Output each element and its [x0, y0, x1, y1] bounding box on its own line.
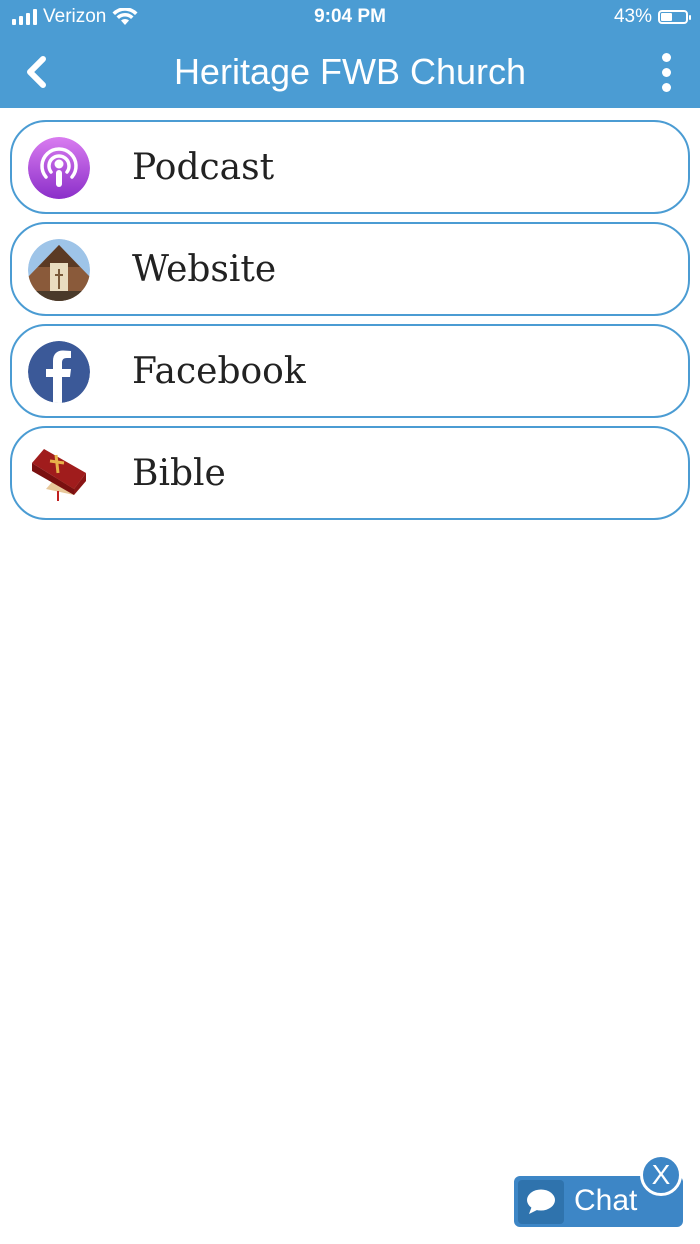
podcast-icon — [28, 137, 90, 199]
status-time: 9:04 PM — [314, 6, 386, 27]
page-title: Heritage FWB Church — [173, 51, 527, 92]
list-item-facebook[interactable]: Facebook — [10, 324, 690, 418]
battery-icon — [658, 10, 691, 24]
list-item-podcast[interactable]: Podcast — [10, 120, 690, 214]
chat-bubble-icon — [518, 1180, 564, 1224]
top-bar: Verizon 9:04 PM 43% Heritage FWB Church — [0, 0, 700, 108]
battery-percent: 43% — [613, 6, 652, 27]
chat-close-button[interactable]: X — [640, 1154, 682, 1196]
chat-label: Chat — [574, 1184, 638, 1217]
more-vertical-icon — [661, 52, 671, 62]
list-item-label: Bible — [132, 453, 226, 494]
list-item-label: Website — [132, 249, 277, 290]
list-item-bible[interactable]: Bible — [10, 426, 690, 520]
list-item-label: Facebook — [132, 351, 306, 392]
list-item-website[interactable]: Website — [10, 222, 690, 316]
link-list: Podcast Website Facebook Bible — [10, 120, 690, 528]
bible-icon — [28, 443, 90, 505]
more-options-button[interactable] — [650, 50, 682, 94]
navigation-bar: Heritage FWB Church — [0, 36, 700, 108]
church-photo-icon — [28, 239, 90, 301]
facebook-icon — [28, 341, 90, 403]
list-item-label: Podcast — [132, 147, 275, 188]
status-bar: Verizon 9:04 PM 43% — [0, 0, 700, 36]
